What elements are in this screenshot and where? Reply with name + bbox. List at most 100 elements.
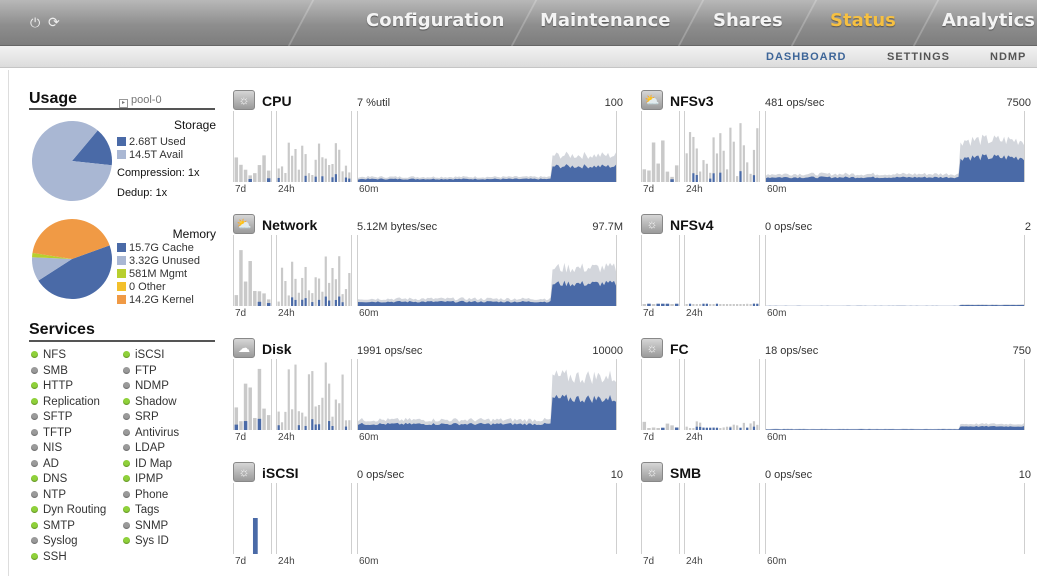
graph-24h[interactable] [276, 483, 352, 554]
widget-cpu[interactable]: ☼ CPU 7 %util 100 7d 24h 60m [233, 90, 625, 204]
time-label-7d: 7d [235, 184, 247, 195]
service-phone[interactable]: Phone [123, 489, 168, 501]
refresh-icon[interactable]: ⟳ [48, 14, 60, 31]
dashboard-content: Usage ▸ pool-0 Storage 2.68T Used 14.5T Av… [8, 70, 1037, 576]
widget-iscsi[interactable]: ☼ iSCSI 0 ops/sec 10 7d 24h 60m [233, 462, 625, 576]
service-ftp[interactable]: FTP [123, 365, 157, 377]
service-smb[interactable]: SMB [31, 365, 68, 377]
graph-24h[interactable] [276, 111, 352, 182]
service-label: IPMP [135, 473, 164, 485]
service-shadow[interactable]: Shadow [123, 396, 177, 408]
service-tftp[interactable]: TFTP [31, 427, 72, 439]
service-smtp[interactable]: SMTP [31, 520, 75, 532]
history-bar [709, 304, 712, 306]
widget-nfsv3[interactable]: ⛅ NFSv3 481 ops/sec 7500 7d 24h 60m [641, 90, 1033, 204]
graph-24h[interactable] [684, 359, 760, 430]
tab-maintenance[interactable]: Maintenance [540, 10, 671, 31]
service-syslog[interactable]: Syslog [31, 535, 78, 547]
history-bar-value [712, 427, 715, 430]
power-icon[interactable]: ⏻ [30, 15, 40, 31]
storage-pie-chart[interactable] [31, 120, 113, 202]
service-dns[interactable]: DNS [31, 473, 67, 485]
pool-selector[interactable]: ▸ pool-0 [119, 94, 162, 108]
subtab-settings[interactable]: SETTINGS [887, 51, 950, 63]
graph-24h[interactable] [684, 111, 760, 182]
service-ntp[interactable]: NTP [31, 489, 66, 501]
service-ssh[interactable]: SSH [31, 551, 67, 563]
service-sys-id[interactable]: Sys ID [123, 535, 169, 547]
graph-60m[interactable] [765, 483, 1025, 554]
service-iscsi[interactable]: iSCSI [123, 349, 164, 361]
history-bar [234, 157, 239, 182]
history-bar [656, 163, 660, 182]
graph-7d[interactable] [641, 359, 680, 430]
graph-60m[interactable] [357, 235, 617, 306]
legend-item: 0 Other [117, 281, 200, 294]
series-value-area [358, 394, 616, 430]
history-bar [685, 304, 688, 306]
service-ndmp[interactable]: NDMP [123, 380, 169, 392]
status-online-icon [123, 475, 130, 482]
history-bar [307, 173, 311, 182]
legend-label: 581M Mgmt [129, 268, 188, 280]
graph-7d[interactable] [233, 359, 272, 430]
graph-24h[interactable] [276, 235, 352, 306]
status-online-icon [31, 506, 38, 513]
service-dyn-routing[interactable]: Dyn Routing [31, 504, 106, 516]
tab-status[interactable]: Status [830, 10, 896, 31]
history-bar [642, 169, 647, 182]
subtab-dashboard[interactable]: DASHBOARD [766, 51, 847, 63]
service-label: SRP [135, 411, 159, 423]
service-ldap[interactable]: LDAP [123, 442, 165, 454]
graph-7d[interactable] [233, 111, 272, 182]
graph-60m[interactable] [765, 359, 1025, 430]
widget-disk[interactable]: ☁ Disk 1991 ops/sec 10000 7d 24h 60m [233, 338, 625, 452]
subtab-ndmp[interactable]: NDMP [990, 51, 1026, 63]
history-bar-value [699, 426, 702, 430]
status-offline-icon [31, 428, 38, 436]
history-bar [284, 173, 287, 182]
service-id-map[interactable]: ID Map [123, 458, 172, 470]
graph-24h[interactable] [276, 359, 352, 430]
tab-analytics[interactable]: Analytics [942, 10, 1035, 31]
history-bar [338, 403, 341, 430]
service-antivirus[interactable]: Antivirus [123, 427, 179, 439]
widget-smb[interactable]: ☼ SMB 0 ops/sec 10 7d 24h 60m [641, 462, 1033, 576]
graph-60m[interactable] [357, 359, 617, 430]
service-sftp[interactable]: SFTP [31, 411, 72, 423]
graph-60m[interactable] [765, 111, 1025, 182]
history-bar-value [317, 424, 321, 430]
widget-network[interactable]: ⛅ Network 5.12M bytes/sec 97.7M 7d 24h 60m [233, 214, 625, 328]
tab-separator [790, 0, 818, 46]
graph-7d[interactable] [233, 483, 272, 554]
graph-60m[interactable] [765, 235, 1025, 306]
history-bar-value [324, 296, 327, 306]
graph-24h[interactable] [684, 483, 760, 554]
service-ipmp[interactable]: IPMP [123, 473, 163, 485]
service-nfs[interactable]: NFS [31, 349, 66, 361]
service-tags[interactable]: Tags [123, 504, 159, 516]
service-ad[interactable]: AD [31, 458, 59, 470]
service-snmp[interactable]: SNMP [123, 520, 168, 532]
graph-60m[interactable] [357, 483, 617, 554]
graph-7d[interactable] [233, 235, 272, 306]
storage-legend: 2.68T Used 14.5T Avail [117, 136, 186, 162]
graph-7d[interactable] [641, 483, 680, 554]
graph-7d[interactable] [641, 235, 680, 306]
graph-7d[interactable] [641, 111, 680, 182]
tab-shares[interactable]: Shares [713, 10, 783, 31]
graph-24h[interactable] [684, 235, 760, 306]
widget-nfsv4[interactable]: ☼ NFSv4 0 ops/sec 2 7d 24h 60m [641, 214, 1033, 328]
tab-configuration[interactable]: Configuration [366, 10, 504, 31]
service-nis[interactable]: NIS [31, 442, 62, 454]
memory-heading: Memory [172, 227, 216, 241]
history-bar [725, 169, 729, 182]
service-srp[interactable]: SRP [123, 411, 159, 423]
time-label-7d: 7d [643, 184, 655, 195]
widget-fc[interactable]: ☼ FC 18 ops/sec 750 7d 24h 60m [641, 338, 1033, 452]
memory-pie-chart[interactable] [31, 218, 113, 300]
graph-60m[interactable] [357, 111, 617, 182]
history-bar [338, 149, 341, 182]
service-http[interactable]: HTTP [31, 380, 73, 392]
service-replication[interactable]: Replication [31, 396, 100, 408]
